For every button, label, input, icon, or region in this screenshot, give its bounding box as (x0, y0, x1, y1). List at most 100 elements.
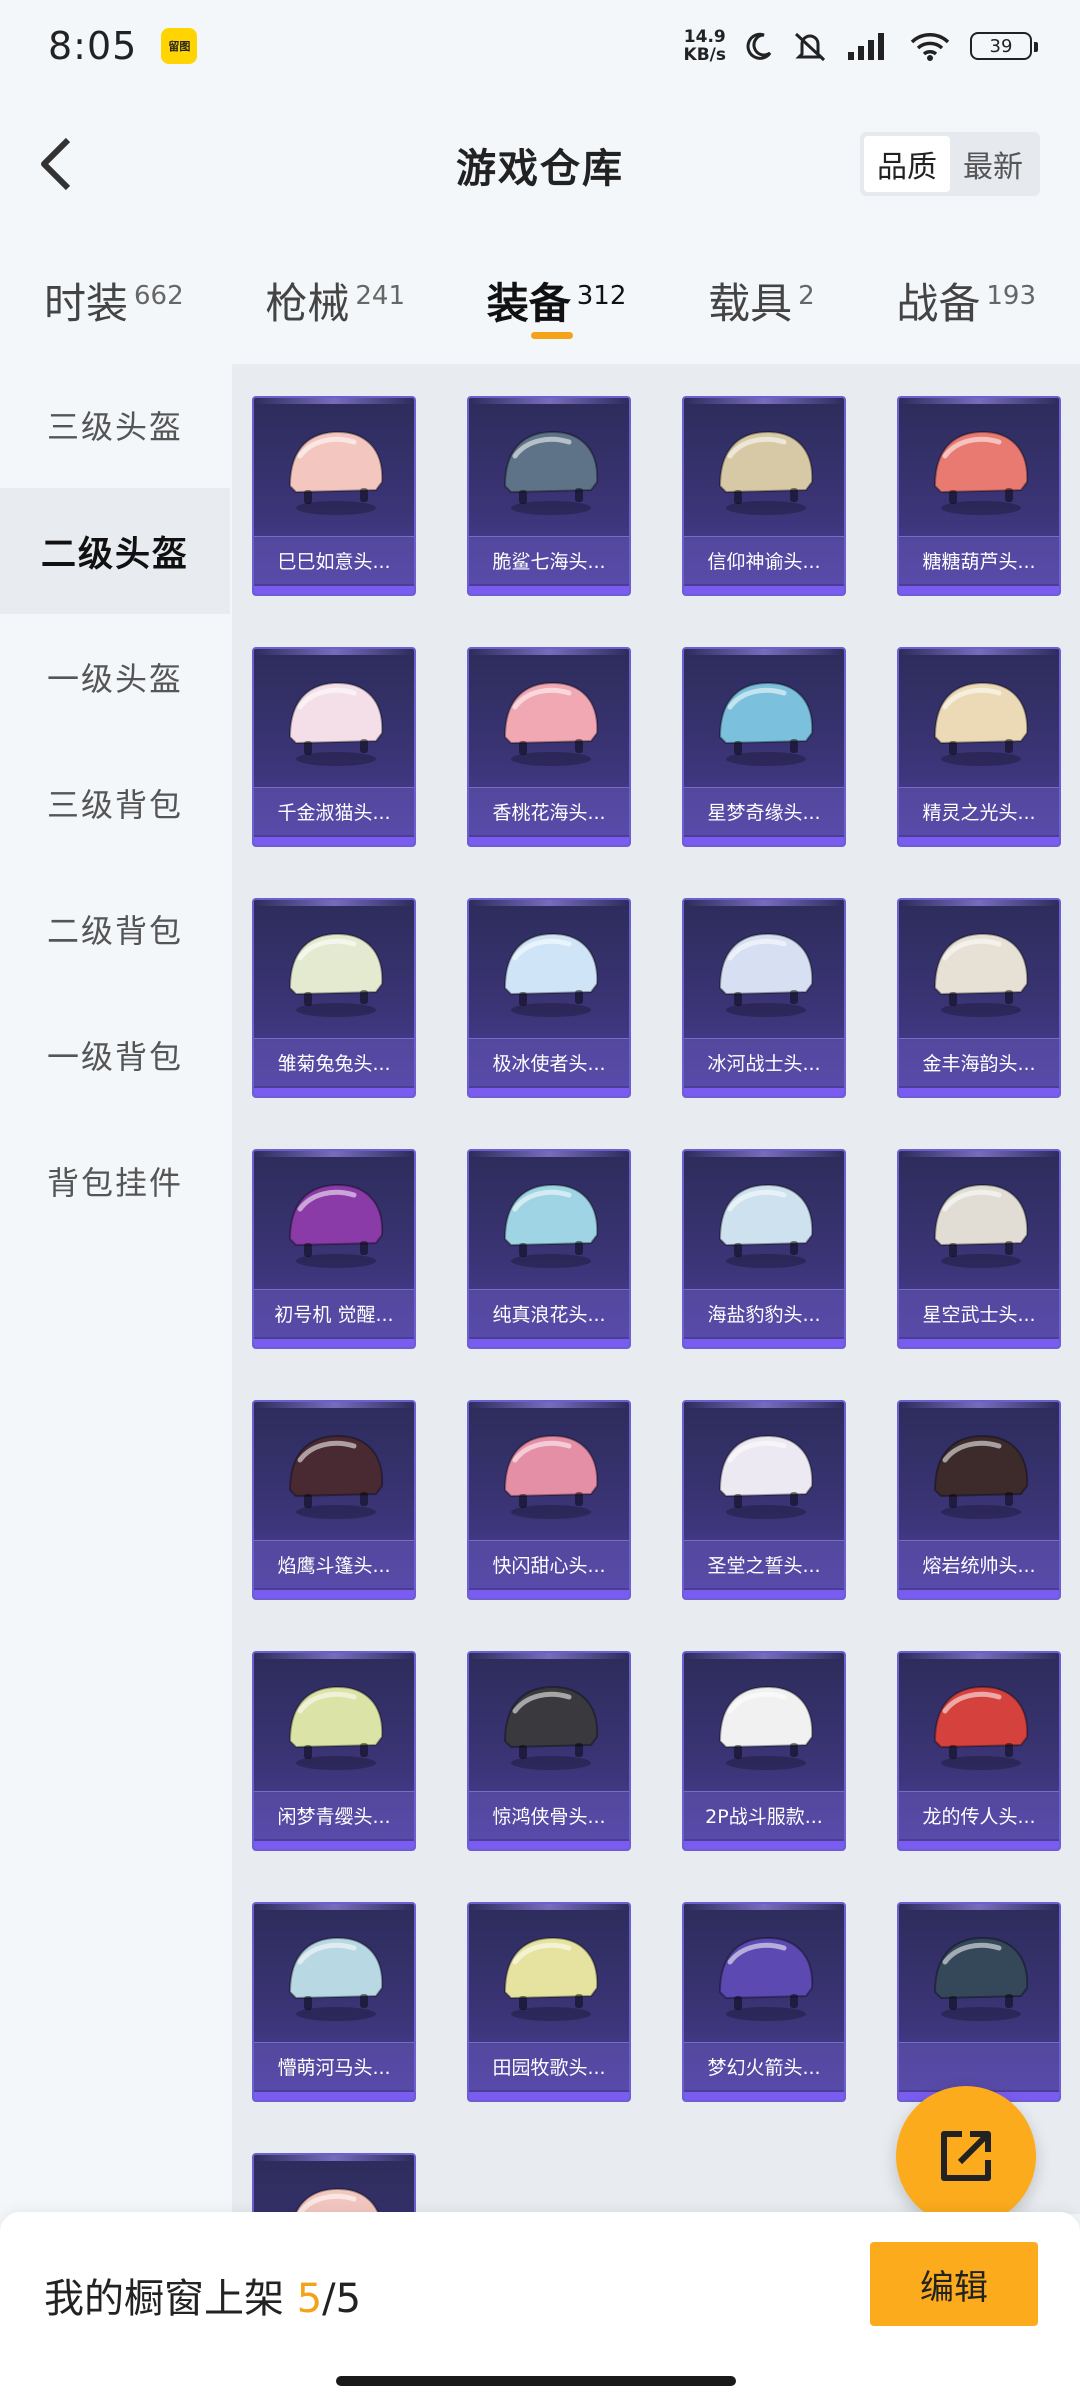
back-button[interactable] (26, 132, 86, 196)
rarity-bar (469, 1339, 629, 1347)
item-card[interactable]: 龙的传人头... (897, 1651, 1061, 1851)
status-icons: 14.9 KB/s 39 (683, 27, 1038, 65)
sort-quality-option[interactable]: 品质 (864, 136, 950, 192)
item-card[interactable]: 精灵之光头... (897, 647, 1061, 847)
item-name: 糖糖葫芦头... (899, 536, 1059, 584)
edit-button[interactable]: 编辑 (870, 2242, 1038, 2326)
item-card[interactable]: 金丰海韵头... (897, 898, 1061, 1098)
item-name: 闲梦青缨头... (254, 1791, 414, 1839)
helmet-icon (503, 430, 599, 515)
item-card[interactable]: 圣堂之誓头... (682, 1400, 846, 1600)
sidebar-item-level3-backpack[interactable]: 三级背包 (0, 740, 230, 866)
helmet-icon (718, 1685, 814, 1770)
item-name: 海盐豹豹头... (684, 1289, 844, 1337)
chevron-left-icon (41, 137, 71, 191)
item-name: 田园牧歌头... (469, 2042, 629, 2090)
tab-vehicles[interactable]: 载具 2 (708, 250, 815, 331)
header: 游戏仓库 品质 最新 (0, 100, 1080, 230)
item-card[interactable]: 信仰神谕头... (682, 396, 846, 596)
rarity-bar (684, 1590, 844, 1598)
item-name: 纯真浪花头... (469, 1289, 629, 1337)
tab-equipment[interactable]: 装备 312 (487, 250, 626, 339)
helmet-icon (288, 1936, 384, 2021)
item-card[interactable]: 星梦奇缘头... (682, 647, 846, 847)
item-card[interactable] (252, 2153, 416, 2214)
rarity-bar (469, 1841, 629, 1849)
item-card[interactable]: 香桃花海头... (467, 647, 631, 847)
sidebar-item-level1-helmet[interactable]: 一级头盔 (0, 614, 230, 740)
item-card[interactable]: 初号机 觉醒... (252, 1149, 416, 1349)
item-name: 龙的传人头... (899, 1791, 1059, 1839)
item-name (899, 2042, 1059, 2090)
rarity-bar (254, 1590, 414, 1598)
sidebar-item-backpack-charm[interactable]: 背包挂件 (0, 1118, 230, 1244)
item-card[interactable]: 田园牧歌头... (467, 1902, 631, 2102)
sort-newest-option[interactable]: 最新 (950, 136, 1036, 192)
battery-indicator: 39 (970, 32, 1038, 60)
item-name: 香桃花海头... (469, 787, 629, 835)
active-tab-indicator (530, 332, 573, 339)
helmet-icon (503, 1685, 599, 1770)
helmet-icon (933, 1183, 1029, 1268)
item-card[interactable]: 星空武士头... (897, 1149, 1061, 1349)
rarity-bar (254, 837, 414, 845)
item-card[interactable]: 海盐豹豹头... (682, 1149, 846, 1349)
item-card[interactable]: 巳巳如意头... (252, 396, 416, 596)
rarity-bar (684, 1339, 844, 1347)
item-card[interactable]: 冰河战士头... (682, 898, 846, 1098)
item-card[interactable]: 糖糖葫芦头... (897, 396, 1061, 596)
item-card[interactable]: 极冰使者头... (467, 898, 631, 1098)
tab-supplies[interactable]: 战备 193 (896, 250, 1036, 331)
item-card[interactable]: 2P战斗服款... (682, 1651, 846, 1851)
helmet-icon (288, 681, 384, 766)
item-card[interactable]: 脆鲨七海头... (467, 396, 631, 596)
bottom-bar: 我的橱窗上架 5/5 编辑 (0, 2212, 1080, 2400)
rarity-bar (899, 1088, 1059, 1096)
helmet-icon (503, 681, 599, 766)
helmet-icon (288, 1183, 384, 1268)
item-card[interactable] (897, 1902, 1061, 2102)
sidebar-item-level3-helmet[interactable]: 三级头盔 (0, 362, 230, 488)
rarity-bar (684, 1088, 844, 1096)
share-button[interactable] (896, 2086, 1036, 2226)
item-card[interactable]: 惊鸿侠骨头... (467, 1651, 631, 1851)
item-name: 金丰海韵头... (899, 1038, 1059, 1086)
item-name: 雏菊兔兔头... (254, 1038, 414, 1086)
item-card[interactable]: 快闪甜心头... (467, 1400, 631, 1600)
home-indicator (336, 2376, 736, 2386)
helmet-icon (933, 681, 1029, 766)
item-name: 星梦奇缘头... (684, 787, 844, 835)
rarity-bar (254, 2092, 414, 2100)
showcase-count: 5 (296, 2276, 323, 2322)
moon-icon (744, 31, 774, 61)
item-card[interactable]: 千金淑猫头... (252, 647, 416, 847)
item-card[interactable]: 纯真浪花头... (467, 1149, 631, 1349)
item-name: 2P战斗服款... (684, 1791, 844, 1839)
item-name: 圣堂之誓头... (684, 1540, 844, 1588)
helmet-icon (288, 932, 384, 1017)
sidebar-item-level2-helmet[interactable]: 二级头盔 (0, 488, 230, 614)
item-card[interactable]: 雏菊兔兔头... (252, 898, 416, 1098)
tab-firearms[interactable]: 枪械 241 (265, 250, 405, 331)
item-card[interactable]: 熔岩统帅头... (897, 1400, 1061, 1600)
sidebar-item-level2-backpack[interactable]: 二级背包 (0, 866, 230, 992)
helmet-icon (718, 1183, 814, 1268)
network-speed: 14.9 KB/s (683, 27, 726, 65)
rarity-bar (684, 586, 844, 594)
rarity-bar (254, 1088, 414, 1096)
sidebar-item-level1-backpack[interactable]: 一级背包 (0, 992, 230, 1118)
item-card[interactable]: 焰鹰斗篷头... (252, 1400, 416, 1600)
helmet-icon (718, 1936, 814, 2021)
item-card[interactable]: 懵萌河马头... (252, 1902, 416, 2102)
sidebar: 三级头盔 二级头盔 一级头盔 三级背包 二级背包 一级背包 背包挂件 (0, 362, 230, 2212)
helmet-icon (933, 1936, 1029, 2021)
tab-fashion[interactable]: 时装 662 (44, 250, 184, 331)
helmet-icon (288, 1434, 384, 1519)
item-card[interactable]: 梦幻火箭头... (682, 1902, 846, 2102)
helmet-icon (718, 681, 814, 766)
signal-icon (846, 30, 890, 62)
item-card[interactable]: 闲梦青缨头... (252, 1651, 416, 1851)
page-title: 游戏仓库 (456, 146, 624, 192)
helmet-icon (718, 932, 814, 1017)
mute-icon (792, 30, 828, 62)
